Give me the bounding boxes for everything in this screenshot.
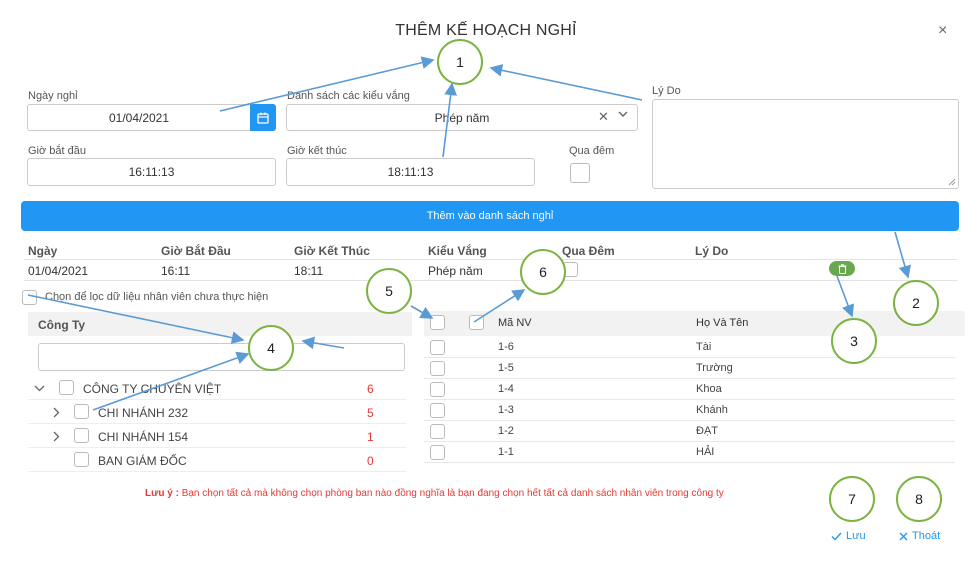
callout-marker: 2 <box>893 280 939 326</box>
annotation-arrow <box>92 351 250 411</box>
annotation-arrow <box>442 82 457 158</box>
callout-marker: 4 <box>248 325 294 371</box>
callout-marker: 1 <box>437 39 483 85</box>
annotation-arrow <box>301 336 345 350</box>
annotation-arrow <box>410 305 434 319</box>
annotation-arrow <box>473 289 526 323</box>
callout-marker: 6 <box>520 249 566 295</box>
callout-marker: 7 <box>829 476 875 522</box>
annotation-arrow <box>27 294 245 344</box>
callout-marker: 5 <box>366 268 412 314</box>
annotation-arrow <box>836 275 855 318</box>
callout-marker: 3 <box>831 318 877 364</box>
annotation-arrow <box>489 64 643 101</box>
annotation-arrow <box>219 56 435 112</box>
callout-marker: 8 <box>896 476 942 522</box>
annotation-arrow <box>894 231 912 279</box>
annotation-arrows <box>27 56 912 411</box>
